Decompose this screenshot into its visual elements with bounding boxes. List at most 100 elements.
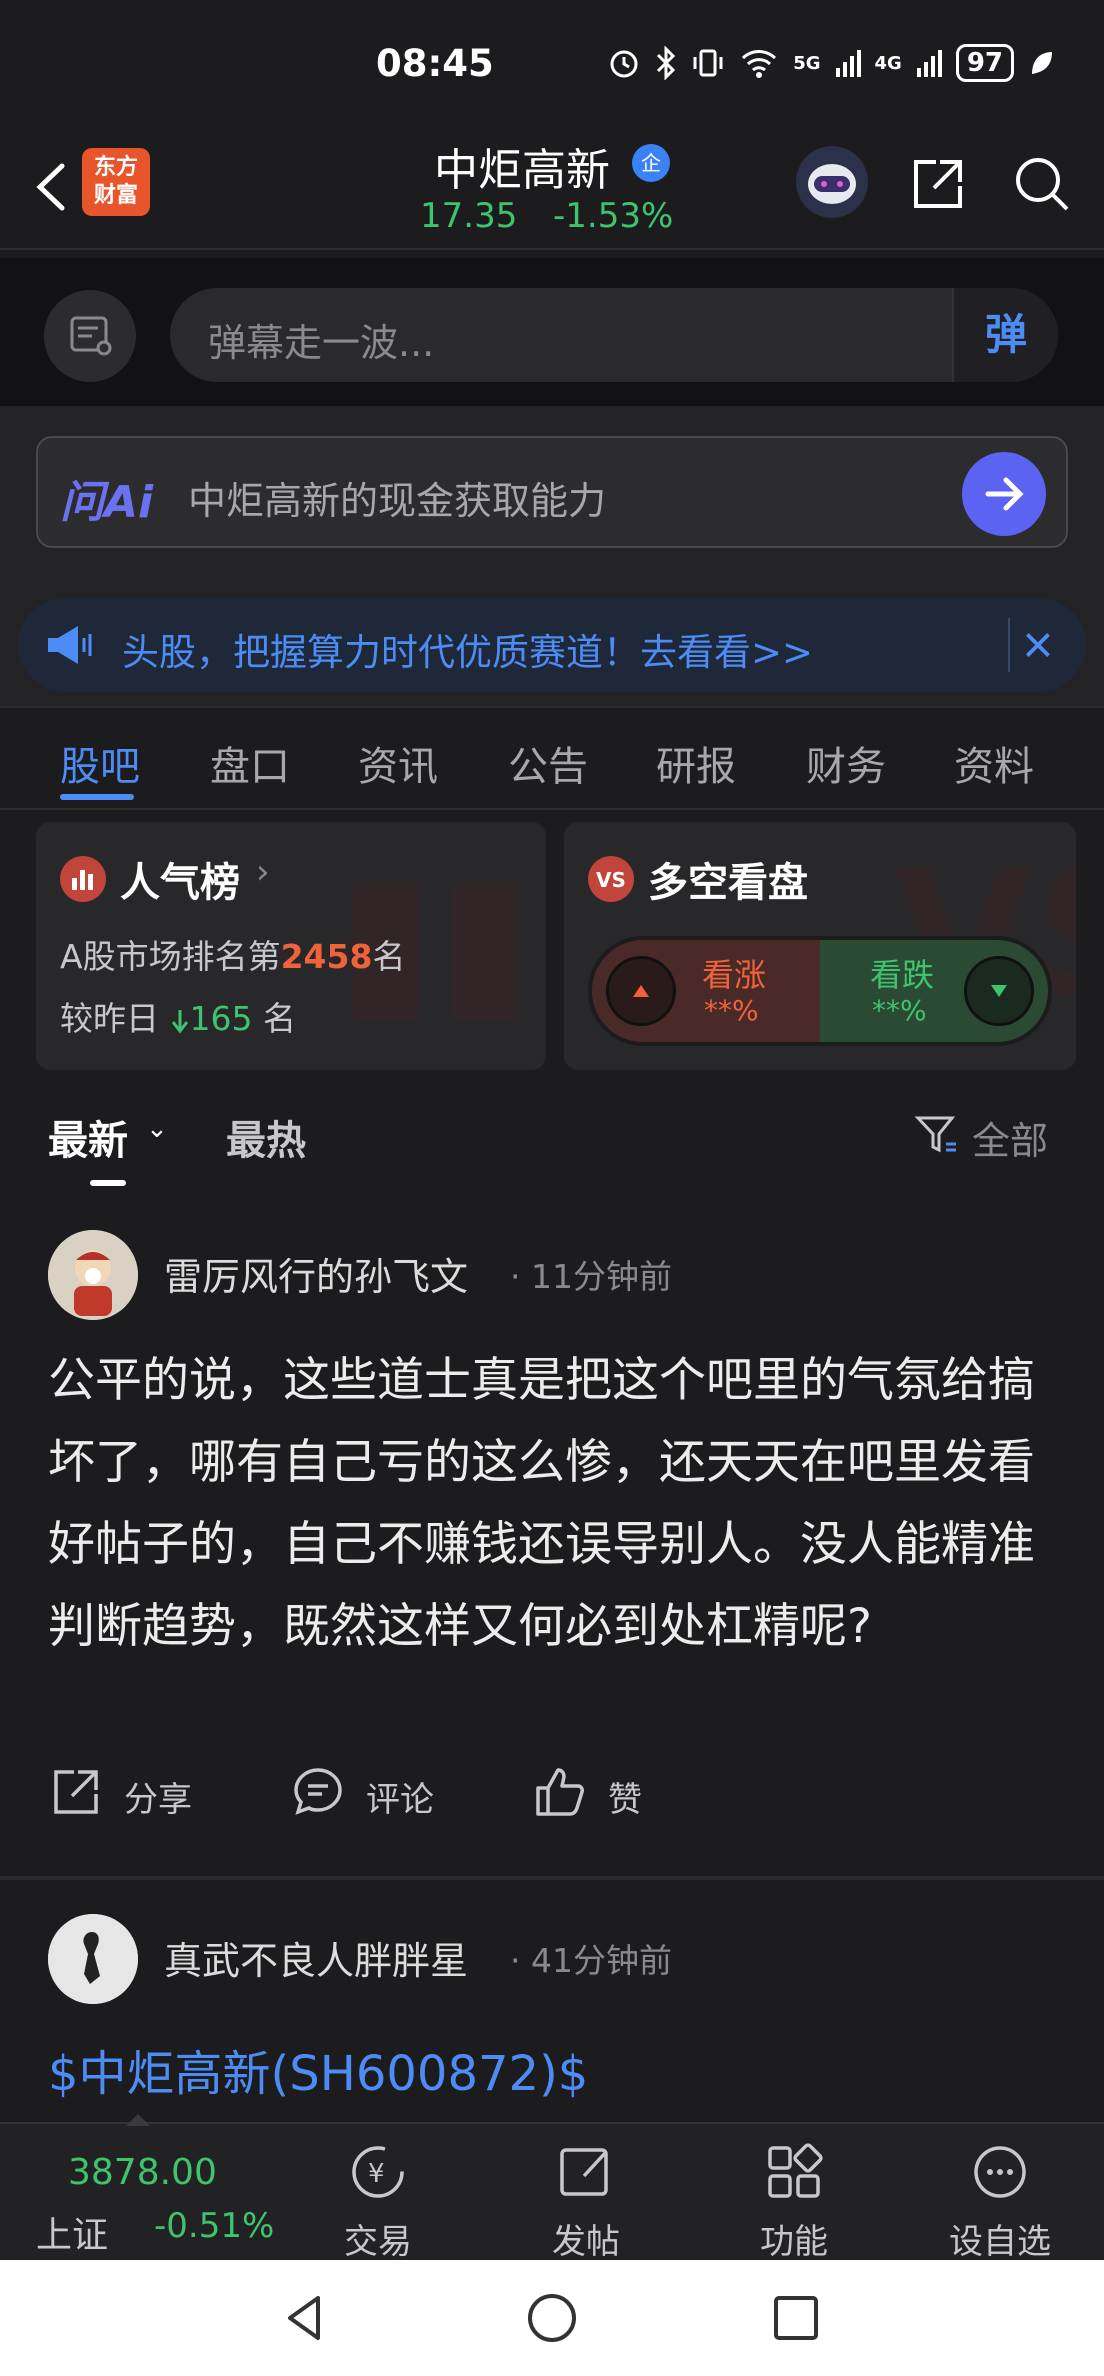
- like-button[interactable]: 赞: [532, 1764, 642, 1824]
- home-circle-icon[interactable]: [522, 2288, 582, 2348]
- post-actions: 分享 评论 赞: [48, 1756, 1048, 1826]
- nav-label: 功能: [760, 2222, 828, 2262]
- avatar[interactable]: [48, 1230, 138, 1320]
- nav-label: 设自选: [949, 2222, 1051, 2262]
- notice-text: 头股，把握算力时代优质赛道！去看看>>: [122, 631, 814, 674]
- danmaku-placeholder: 弹幕走一波...: [208, 321, 435, 365]
- danmaku-send-button[interactable]: 弹: [952, 288, 1058, 382]
- triangle-down-icon: [964, 956, 1034, 1026]
- chevron-right-icon: ›: [256, 852, 270, 892]
- notice-bar[interactable]: 头股，把握算力时代优质赛道！去看看>>: [18, 598, 1086, 692]
- post-author[interactable]: 雷厉风行的孙飞文: [164, 1246, 468, 1301]
- post-card[interactable]: 真武不良人胖胖星 · 41分钟前 $中炬高新(SH600872)$ 已套沿，卧倒…: [0, 1884, 1104, 2178]
- filter-icon: [914, 1116, 956, 1153]
- post-author[interactable]: 真武不良人胖胖星: [164, 1930, 468, 1985]
- popularity-card[interactable]: ▮▮ 人气榜 › A股市场排名第2458名 较昨日 165 名: [36, 822, 546, 1070]
- notice-section: 头股，把握算力时代优质赛道！去看看>>: [0, 582, 1104, 706]
- tab-news[interactable]: 资讯: [358, 734, 438, 792]
- comment-icon: [294, 1768, 342, 1815]
- danmaku-settings-button[interactable]: [44, 290, 136, 382]
- stock-tag-link[interactable]: $中炬高新(SH600872)$: [48, 2034, 588, 2104]
- vote-down-button[interactable]: 看跌 **%: [820, 940, 1048, 1042]
- tab-announcements[interactable]: 公告: [508, 734, 588, 792]
- active-tab-indicator: [60, 794, 134, 800]
- vote-down-label: 看跌: [870, 956, 935, 994]
- chevron-down-icon[interactable]: ⌄: [146, 1114, 168, 1144]
- leaf-icon: [1032, 52, 1052, 74]
- arrow-right-icon: [985, 477, 1024, 511]
- status-bar: 08:45 5G 4G 97: [0, 0, 1104, 130]
- index-change: -0.51%: [154, 2206, 275, 2246]
- delta-suffix: 名: [263, 999, 296, 1038]
- filter-row: 最新 ⌄ 最热 全部: [0, 1070, 1104, 1200]
- danmaku-settings-icon: [70, 316, 112, 356]
- svg-text:¥: ¥: [368, 2159, 385, 2189]
- robot-assistant-icon[interactable]: [796, 146, 868, 218]
- tab-research[interactable]: 研报: [656, 734, 736, 792]
- tab-guba[interactable]: 股吧: [60, 734, 140, 792]
- grid-icon: [768, 2143, 823, 2198]
- delta-line: 较昨日 165 名: [60, 992, 296, 1040]
- vote-up-button[interactable]: 看涨 **%: [592, 940, 820, 1042]
- tab-finance[interactable]: 财务: [806, 734, 886, 792]
- app-logo-line1: 东方: [93, 155, 138, 180]
- filter-all-button[interactable]: 全部: [912, 1108, 1062, 1164]
- rank-line: A股市场排名第2458名: [60, 930, 405, 978]
- ai-logo: 问Ai: [60, 477, 154, 528]
- signal-4g-label: 4G: [874, 52, 902, 74]
- filter-latest[interactable]: 最新: [48, 1108, 128, 1166]
- ai-query-bar[interactable]: 问Ai 中炬高新的现金获取能力: [36, 436, 1068, 548]
- share-icon[interactable]: [906, 152, 970, 216]
- app-logo-line2: 财富: [93, 183, 138, 208]
- back-triangle-icon[interactable]: [276, 2288, 336, 2348]
- rank-prefix: A股市场排名第: [60, 937, 281, 976]
- nav-trade[interactable]: ¥ 交易: [308, 2134, 448, 2262]
- wifi-icon: [742, 50, 777, 78]
- nav-watchlist[interactable]: 设自选: [930, 2134, 1070, 2262]
- close-icon[interactable]: [1008, 618, 1062, 672]
- status-icons: 5G 4G 97: [607, 44, 1054, 82]
- caret-up-icon: [126, 2114, 150, 2126]
- tab-pankou[interactable]: 盘口: [210, 734, 290, 792]
- enterprise-badge: 企: [632, 144, 670, 182]
- info-cards: ▮▮ 人气榜 › A股市场排名第2458名 较昨日 165 名 VS VS 多空…: [0, 810, 1104, 1070]
- app-logo[interactable]: 东方 财富: [82, 148, 150, 216]
- share-label: 分享: [124, 1780, 192, 1820]
- bottom-nav: 3878.00 上证 -0.51% ¥ 交易 发帖 功能 设自选: [0, 2114, 1104, 2262]
- alarm-icon: [610, 50, 638, 78]
- ai-go-button[interactable]: [962, 452, 1046, 536]
- nav-label: 交易: [344, 2222, 412, 2262]
- share-button[interactable]: 分享: [48, 1764, 192, 1824]
- danmaku-input[interactable]: 弹幕走一波... 弹: [170, 288, 1058, 382]
- danmaku-row: 弹幕走一波... 弹: [0, 258, 1104, 406]
- vs-icon: VS: [588, 856, 634, 902]
- nav-functions[interactable]: 功能: [724, 2134, 864, 2262]
- signal-5g-icon: [835, 50, 861, 77]
- signal-4g-icon: [916, 50, 942, 77]
- battery-indicator: 97: [955, 44, 1014, 82]
- vote-up-pct: **%: [704, 994, 759, 1027]
- search-icon[interactable]: [1010, 152, 1074, 216]
- filter-hot[interactable]: 最热: [226, 1108, 306, 1166]
- bar-chart-icon: [60, 856, 106, 902]
- tab-profile[interactable]: 资料: [954, 734, 1034, 792]
- delta-prefix: 较昨日: [60, 999, 159, 1038]
- recents-square-icon[interactable]: [766, 2288, 826, 2348]
- avatar[interactable]: [48, 1914, 138, 2004]
- index-ticker[interactable]: 3878.00 上证 -0.51%: [36, 2144, 296, 2256]
- ai-prompt: 中炬高新的现金获取能力: [188, 479, 607, 523]
- comment-label: 评论: [366, 1780, 434, 1820]
- delta-number: 165: [189, 999, 253, 1038]
- index-value: 3878.00: [68, 2152, 217, 2193]
- stock-name: 中炬高新: [434, 145, 610, 196]
- back-icon[interactable]: [22, 152, 82, 222]
- filter-all-label: 全部: [972, 1119, 1049, 1163]
- post-card[interactable]: 雷厉风行的孙飞文 · 11分钟前 公平的说，这些道士真是把这个吧里的气氛给搞坏了…: [0, 1200, 1104, 1880]
- post-body[interactable]: 公平的说，这些道士真是把这个吧里的气氛给搞坏了，哪有自己亏的这么惨，还天天在吧里…: [48, 1340, 1058, 1668]
- nav-post[interactable]: 发帖: [516, 2134, 656, 2262]
- vibrate-icon: [693, 49, 723, 77]
- comment-button[interactable]: 评论: [290, 1764, 434, 1824]
- post-time: · 11分钟前: [510, 1257, 672, 1296]
- section-tabs: 股吧 盘口 资讯 公告 研报 财务 资料: [0, 706, 1104, 810]
- popularity-title: 人气榜: [120, 860, 240, 906]
